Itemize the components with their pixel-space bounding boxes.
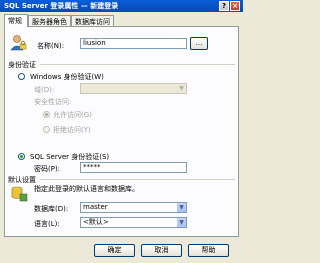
close-icon[interactable]: × — [230, 1, 240, 11]
defaults-description: 指定此登录的默认语言和数据库。 — [34, 185, 139, 193]
login-user-icon — [10, 35, 27, 51]
name-input[interactable]: liusion — [80, 38, 187, 49]
auth-separator — [40, 64, 235, 65]
defaults-section-label: 默认设置 — [8, 176, 36, 184]
name-label: 名称(N): — [37, 42, 65, 50]
security-access-label: 安全性访问: — [34, 98, 72, 106]
password-input[interactable]: ***** — [80, 162, 187, 173]
window-title: SQL Server 登录属性 — 新建登录 — [4, 2, 119, 10]
help-button[interactable]: 帮助 — [188, 244, 229, 257]
database-icon — [11, 186, 28, 202]
language-select[interactable]: <默认> ▼ — [80, 217, 187, 228]
database-select-value: master — [83, 203, 108, 211]
language-label: 语言(L): — [34, 220, 60, 228]
tab-panel-general: 名称(N): liusion ... 身份验证 Windows 身份验证(W) … — [4, 26, 239, 237]
browse-button[interactable]: ... — [190, 37, 208, 50]
domain-select[interactable]: ▼ — [80, 83, 187, 94]
help-title-button[interactable]: ? — [219, 1, 229, 11]
domain-label: 域(D): — [34, 86, 55, 94]
language-select-value: <默认> — [83, 218, 109, 226]
chevron-down-icon: ▼ — [177, 84, 186, 93]
sql-auth-radio[interactable] — [18, 153, 25, 160]
deny-access-label[interactable]: 拒绝访问(Y) — [53, 125, 91, 135]
cancel-button[interactable]: 取消 — [141, 244, 182, 257]
password-label: 密码(P): — [34, 165, 61, 173]
database-label: 数据库(D): — [34, 205, 69, 213]
defaults-separator — [40, 179, 235, 180]
tab-general[interactable]: 常规 — [4, 14, 28, 27]
grant-access-label[interactable]: 允许访问(G) — [53, 110, 92, 120]
deny-access-radio[interactable] — [43, 126, 50, 133]
sql-auth-label[interactable]: SQL Server 身份验证(S) — [30, 152, 109, 162]
windows-auth-radio[interactable] — [18, 73, 25, 80]
windows-auth-label[interactable]: Windows 身份验证(W) — [30, 72, 104, 82]
grant-access-radio[interactable] — [43, 111, 50, 118]
ok-button[interactable]: 确定 — [94, 244, 135, 257]
auth-section-label: 身份验证 — [8, 61, 36, 69]
chevron-down-icon: ▼ — [177, 203, 186, 212]
chevron-down-icon: ▼ — [177, 218, 186, 227]
title-bar: SQL Server 登录属性 — 新建登录 ? × — [0, 0, 243, 12]
database-select[interactable]: master ▼ — [80, 202, 187, 213]
